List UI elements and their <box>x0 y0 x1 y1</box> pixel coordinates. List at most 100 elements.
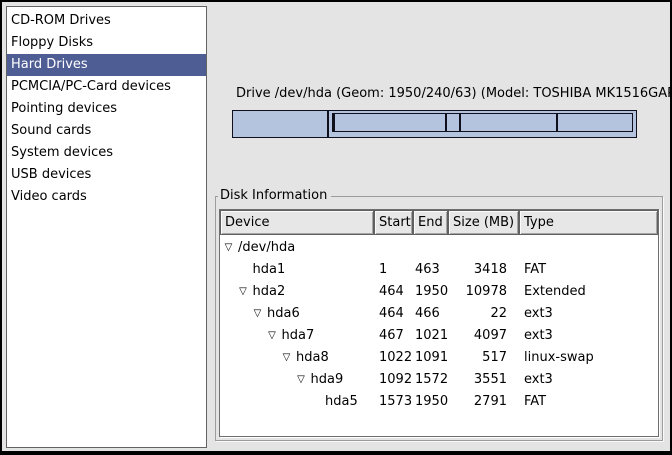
partition-segment-hda1[interactable] <box>232 110 328 138</box>
start-cell: 1 <box>374 259 413 281</box>
size-cell: 2791 <box>448 391 519 413</box>
end-cell: 463 <box>413 259 448 281</box>
device-cell: ▽hda1 <box>220 259 374 281</box>
device-cell: ▽hda2 <box>220 281 374 303</box>
end-cell: 1091 <box>413 347 448 369</box>
size-cell: 22 <box>448 303 519 325</box>
type-cell: Extended <box>519 281 658 303</box>
end-cell: 466 <box>413 303 448 325</box>
tree-indent <box>220 292 238 293</box>
type-cell: linux-swap <box>519 347 658 369</box>
device-cell: ▽hda7 <box>220 325 374 347</box>
partition-segment-hda5[interactable] <box>557 113 633 132</box>
table-row-hda8[interactable]: ▽hda810221091517linux-swap <box>220 347 658 369</box>
device-cell: ▽hda9 <box>220 369 374 391</box>
expander-icon[interactable]: ▽ <box>267 325 278 347</box>
start-cell: 464 <box>374 281 413 303</box>
start-cell <box>374 237 413 259</box>
tree-indent <box>220 314 252 315</box>
start-cell: 464 <box>374 303 413 325</box>
device-cell: ▽hda6 <box>220 303 374 325</box>
start-cell: 1022 <box>374 347 413 369</box>
tree-indent <box>220 402 310 403</box>
column-header-start[interactable]: Start <box>374 210 413 235</box>
column-header-type[interactable]: Type <box>519 210 658 235</box>
sidebar-item-video-cards[interactable]: Video cards <box>7 186 206 208</box>
sidebar-item-system-devices[interactable]: System devices <box>7 142 206 164</box>
hardware-browser-window: CD-ROM DrivesFloppy DisksHard DrivesPCMC… <box>0 0 672 455</box>
end-cell <box>413 237 448 259</box>
size-cell <box>448 237 519 259</box>
device-name: hda6 <box>267 303 300 325</box>
size-cell: 4097 <box>448 325 519 347</box>
tree-indent <box>220 358 281 359</box>
expander-icon[interactable]: ▽ <box>223 237 234 259</box>
tree-indent <box>220 270 238 271</box>
table-row-hda2[interactable]: ▽hda2464195010978Extended <box>220 281 658 303</box>
table-header-row: DeviceStartEndSize (MB)Type <box>220 210 658 235</box>
sidebar-item-sound-cards[interactable]: Sound cards <box>7 120 206 142</box>
end-cell: 1021 <box>413 325 448 347</box>
size-cell: 3418 <box>448 259 519 281</box>
table-row-hda5[interactable]: ▽hda5157319502791FAT <box>220 391 658 413</box>
extended-partition-area <box>332 113 633 132</box>
expander-icon[interactable]: ▽ <box>252 303 263 325</box>
start-cell: 1092 <box>374 369 413 391</box>
window-content: CD-ROM DrivesFloppy DisksHard DrivesPCMC… <box>2 2 670 451</box>
partition-segment-hda2[interactable] <box>328 110 637 138</box>
end-cell: 1950 <box>413 281 448 303</box>
device-name: hda2 <box>253 281 286 303</box>
end-cell: 1950 <box>413 391 448 413</box>
size-cell: 517 <box>448 347 519 369</box>
type-cell: FAT <box>519 259 658 281</box>
sidebar-item-usb-devices[interactable]: USB devices <box>7 164 206 186</box>
tree-indent <box>220 336 267 337</box>
table-row-hda1[interactable]: ▽hda114633418FAT <box>220 259 658 281</box>
disk-information-label: Disk Information <box>218 188 331 203</box>
type-cell: ext3 <box>519 303 658 325</box>
device-name: hda1 <box>253 259 286 281</box>
type-cell: ext3 <box>519 325 658 347</box>
disk-information-table: DeviceStartEndSize (MB)Type ▽/dev/hda▽hd… <box>219 209 659 437</box>
table-row-hda9[interactable]: ▽hda9109215723551ext3 <box>220 369 658 391</box>
device-name: hda5 <box>325 391 358 413</box>
table-row-hda6[interactable]: ▽hda646446622ext3 <box>220 303 658 325</box>
partition-segment-hda9[interactable] <box>460 113 557 132</box>
partition-segment-hda8[interactable] <box>446 113 460 132</box>
column-header-device[interactable]: Device <box>220 210 374 235</box>
device-cell: ▽hda8 <box>220 347 374 369</box>
drive-title: Drive /dev/hda (Geom: 1950/240/63) (Mode… <box>236 86 672 101</box>
expander-icon[interactable]: ▽ <box>281 347 292 369</box>
table-row-dev-hda[interactable]: ▽/dev/hda <box>220 237 658 259</box>
device-name: hda9 <box>311 369 344 391</box>
sidebar-item-floppy-disks[interactable]: Floppy Disks <box>7 32 206 54</box>
device-name: hda7 <box>282 325 315 347</box>
disk-information-groupbox: Disk Information DeviceStartEndSize (MB)… <box>215 196 663 441</box>
end-cell: 1572 <box>413 369 448 391</box>
type-cell: ext3 <box>519 369 658 391</box>
device-cell: ▽hda5 <box>220 391 374 413</box>
sidebar-item-hard-drives[interactable]: Hard Drives <box>7 54 206 76</box>
start-cell: 1573 <box>374 391 413 413</box>
device-name: hda8 <box>296 347 329 369</box>
partition-segment-hda7[interactable] <box>334 113 446 132</box>
size-cell: 3551 <box>448 369 519 391</box>
column-header-size-mb[interactable]: Size (MB) <box>448 210 519 235</box>
start-cell: 467 <box>374 325 413 347</box>
sidebar-item-pointing-devices[interactable]: Pointing devices <box>7 98 206 120</box>
device-cell: ▽/dev/hda <box>220 237 374 259</box>
sidebar-item-pcmcia-pc-card-devices[interactable]: PCMCIA/PC-Card devices <box>7 76 206 98</box>
size-cell: 10978 <box>448 281 519 303</box>
table-body: ▽/dev/hda▽hda114633418FAT▽hda24641950109… <box>220 237 658 413</box>
expander-icon[interactable]: ▽ <box>296 369 307 391</box>
type-cell <box>519 237 658 259</box>
table-row-hda7[interactable]: ▽hda746710214097ext3 <box>220 325 658 347</box>
device-name: /dev/hda <box>238 237 295 259</box>
partition-bar <box>232 110 637 138</box>
column-header-end[interactable]: End <box>413 210 448 235</box>
expander-icon[interactable]: ▽ <box>238 281 249 303</box>
type-cell: FAT <box>519 391 658 413</box>
device-category-list: CD-ROM DrivesFloppy DisksHard DrivesPCMC… <box>6 6 207 448</box>
sidebar-item-cd-rom-drives[interactable]: CD-ROM Drives <box>7 10 206 32</box>
tree-indent <box>220 380 296 381</box>
